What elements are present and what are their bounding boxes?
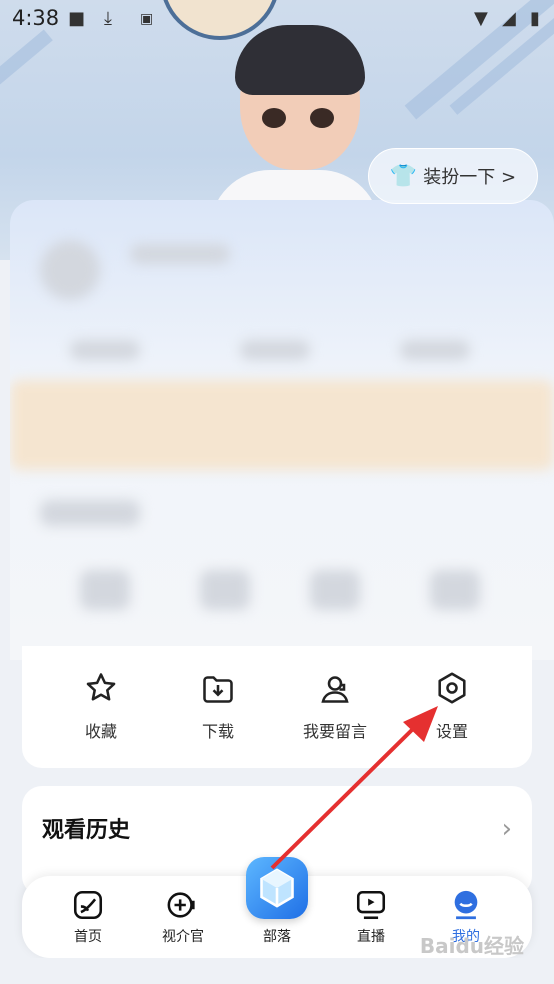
bottom-padding (0, 958, 554, 984)
action-label: 我要留言 (302, 722, 367, 741)
blurred-avatar (40, 240, 100, 300)
blurred-service (430, 570, 480, 610)
quick-actions-card: 收藏 下载 我要留言 设置 (22, 646, 532, 768)
blurred-service (310, 570, 360, 610)
tab-home[interactable]: 首页 (48, 888, 128, 946)
font-status-icon: ▣ (140, 11, 154, 27)
action-label: 收藏 (84, 722, 117, 741)
wifi-icon: ▼ (474, 8, 488, 29)
video-add-icon (167, 892, 195, 918)
signal-icon: ◢ (502, 8, 516, 29)
cube-icon (260, 868, 294, 908)
blurred-section-title (40, 500, 140, 526)
action-label: 设置 (435, 722, 468, 741)
profile-icon (454, 890, 478, 920)
settings-icon (438, 672, 466, 704)
history-title: 观看历史 (42, 818, 131, 843)
decor-stripe (0, 29, 53, 105)
tab-label: 部落 (263, 929, 291, 945)
live-tv-icon (356, 890, 386, 920)
blurred-service (200, 570, 250, 610)
blurred-username (130, 244, 230, 264)
blurred-vip-banner (10, 380, 554, 470)
download-icon (203, 676, 233, 703)
status-time: 4:38 (12, 6, 60, 30)
blurred-stat (400, 340, 470, 360)
action-feedback[interactable]: 我要留言 (280, 670, 390, 742)
battery-icon: ▮ (530, 8, 540, 29)
tab-label: 直播 (357, 929, 385, 945)
avatar-eye (262, 108, 286, 128)
action-favorites[interactable]: 收藏 (46, 670, 156, 742)
tab-label: 首页 (74, 929, 102, 945)
blurred-stat (240, 340, 310, 360)
action-download[interactable]: 下载 (163, 670, 273, 742)
tab-live[interactable]: 直播 (331, 888, 411, 946)
home-icon (73, 890, 103, 920)
app-notification-icon: ■ (68, 8, 86, 29)
baidu-watermark: Baidu经验 (419, 934, 524, 958)
action-label: 下载 (201, 722, 234, 741)
blurred-stat (70, 340, 140, 360)
headset-icon (321, 676, 349, 703)
tab-tribe[interactable]: 部落 (237, 922, 317, 946)
tab-label: 视介官 (162, 929, 204, 945)
tribe-cube-button[interactable] (246, 857, 308, 919)
dress-up-label: 装扮一下 > (423, 167, 517, 188)
avatar-eye (310, 108, 334, 128)
dress-up-button[interactable]: 👕 装扮一下 > (368, 148, 538, 204)
chevron-right-icon: › (501, 814, 512, 844)
star-icon (86, 673, 116, 701)
action-settings[interactable]: 设置 (397, 670, 507, 742)
status-bar: 4:38 ■ ⤓ ▣ ▼ ◢ ▮ (0, 0, 554, 38)
download-status-icon: ⤓ (104, 8, 112, 29)
blurred-service (80, 570, 130, 610)
profile-card-blurred (10, 200, 554, 660)
shirt-icon: 👕 (389, 163, 418, 189)
tab-video-creator[interactable]: 视介官 (143, 888, 223, 946)
